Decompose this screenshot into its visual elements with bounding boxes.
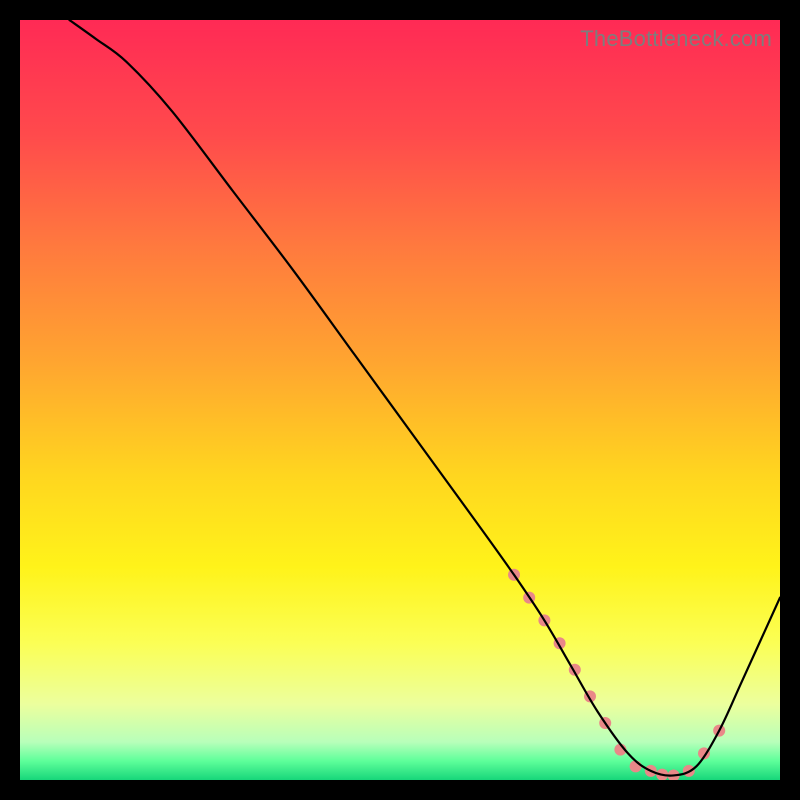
bottleneck-chart [20,20,780,780]
chart-frame: TheBottleneck.com [20,20,780,780]
gradient-backdrop [20,20,780,780]
attribution-label: TheBottleneck.com [580,26,772,52]
